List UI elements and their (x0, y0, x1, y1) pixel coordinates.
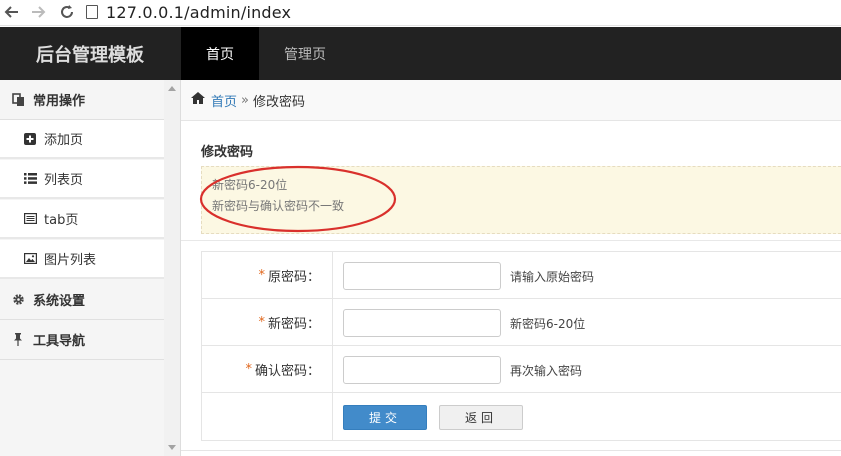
sidebar: 常用操作 添加页 列表页 tab页 图片列表 系统设置 工具导航 (0, 80, 181, 456)
field-label: * 新密码： (202, 299, 333, 345)
sidebar-group-settings[interactable]: 系统设置 (0, 280, 164, 320)
sidebar-item-label: 图片列表 (44, 253, 97, 268)
sidebar-item-add[interactable]: 添加页 (0, 120, 164, 159)
empty-label-cell (202, 393, 333, 440)
home-icon (191, 92, 205, 108)
brand-title[interactable]: 后台管理模板 (0, 27, 180, 80)
field-label-text: 确认密码： (254, 363, 320, 379)
forward-arrow-icon[interactable] (28, 2, 48, 22)
form-row-confirm-password: * 确认密码： 再次输入密码 (202, 346, 841, 393)
tab-manage[interactable]: 管理页 (265, 27, 345, 80)
url-text[interactable]: 127.0.0.1/admin/index (106, 3, 291, 22)
field-label: * 原密码： (202, 252, 333, 298)
required-marker: * (258, 314, 265, 330)
form-row-actions: 提交 返回 (202, 393, 841, 440)
back-button[interactable]: 返回 (439, 405, 523, 430)
picture-icon (23, 253, 37, 264)
new-password-input[interactable] (343, 309, 501, 337)
sidebar-group-tools[interactable]: 工具导航 (0, 320, 164, 360)
form-row-new-password: * 新密码： 新密码6-20位 (202, 299, 841, 346)
browser-toolbar: 127.0.0.1/admin/index (0, 0, 841, 26)
scroll-down-icon[interactable] (168, 445, 176, 450)
breadcrumb-current: 修改密码 (252, 94, 305, 110)
confirm-password-input[interactable] (343, 356, 501, 384)
required-marker: * (245, 361, 252, 377)
sidebar-item-label: 列表页 (44, 173, 84, 188)
address-bar[interactable]: 127.0.0.1/admin/index (86, 2, 291, 22)
back-arrow-icon[interactable] (2, 2, 22, 22)
field-label-text: 新密码： (267, 316, 320, 332)
field-hint: 新密码6-20位 (510, 317, 586, 331)
field-label: * 确认密码： (202, 346, 333, 392)
scroll-up-icon[interactable] (168, 86, 176, 91)
copy-icon (11, 92, 25, 107)
sidebar-item-label: tab页 (44, 213, 79, 228)
sidebar-group-label: 常用操作 (33, 94, 86, 109)
sidebar-item-label: 添加页 (44, 133, 84, 148)
reload-icon[interactable] (57, 2, 77, 22)
form-row-old-password: * 原密码： 请输入原始密码 (202, 252, 841, 299)
pushpin-icon (11, 333, 25, 346)
list-alt-icon (23, 213, 37, 224)
divider (181, 240, 841, 241)
page-title: 修改密码 (201, 145, 254, 160)
divider (181, 450, 841, 451)
sidebar-group-label: 系统设置 (33, 294, 86, 309)
field-hint: 请输入原始密码 (510, 270, 595, 284)
sidebar-group-common[interactable]: 常用操作 (0, 80, 164, 120)
breadcrumb: 首页 » 修改密码 (181, 80, 841, 121)
submit-button[interactable]: 提交 (343, 405, 427, 430)
sidebar-item-tab[interactable]: tab页 (0, 200, 164, 239)
breadcrumb-home-link[interactable]: 首页 (211, 91, 237, 110)
sidebar-item-pictures[interactable]: 图片列表 (0, 240, 164, 279)
page-icon (86, 5, 98, 19)
field-label-text: 原密码： (267, 269, 320, 285)
plus-square-icon (23, 132, 37, 145)
sidebar-item-list[interactable]: 列表页 (0, 160, 164, 199)
alert-message: 新密码与确认密码不一致 (212, 199, 345, 213)
alert-message: 新密码6-20位 (212, 178, 288, 192)
sidebar-scrollbar[interactable] (164, 80, 180, 456)
old-password-input[interactable] (343, 262, 501, 290)
gear-icon (11, 293, 25, 306)
list-icon (23, 173, 37, 184)
sidebar-group-label: 工具导航 (33, 334, 86, 349)
top-navbar: 后台管理模板 首页 管理页 (0, 27, 841, 80)
breadcrumb-separator: » (241, 92, 249, 108)
tab-home[interactable]: 首页 (181, 27, 259, 80)
password-form: * 原密码： 请输入原始密码 * 新密码： 新密码6-20位 * 确认密码： 再… (201, 251, 841, 441)
field-hint: 再次输入密码 (510, 364, 583, 378)
error-alert: 新密码6-20位 新密码与确认密码不一致 (201, 166, 841, 234)
required-marker: * (258, 267, 265, 283)
